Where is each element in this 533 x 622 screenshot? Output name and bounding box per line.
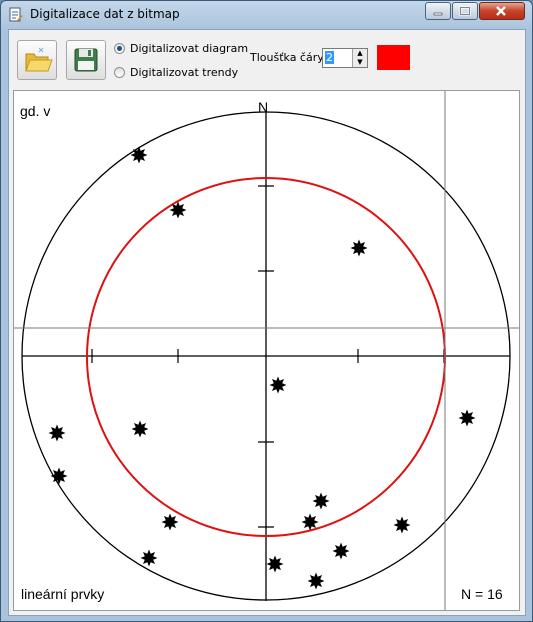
- data-points: [48, 146, 476, 590]
- minimize-icon: [433, 12, 443, 16]
- radio-digitize-trends[interactable]: Digitalizovat trendy: [114, 66, 238, 79]
- star-point-2: [169, 201, 187, 219]
- bitmap-canvas[interactable]: N gd. v lineární prvky N = 16: [13, 90, 520, 611]
- open-file-button[interactable]: [17, 40, 57, 80]
- star-point-10: [312, 492, 330, 510]
- client-area: Digitalizovat diagram Digitalizovat tren…: [8, 29, 526, 616]
- line-thickness-spinner[interactable]: 2 ▲ ▼: [322, 48, 368, 68]
- star-point-9: [161, 513, 179, 531]
- radio-diagram-label: Digitalizovat diagram: [130, 42, 249, 55]
- star-point-6: [48, 424, 66, 442]
- radio-trends-label: Digitalizovat trendy: [130, 66, 239, 79]
- star-point-1: [130, 146, 148, 164]
- star-point-8: [50, 467, 68, 485]
- maximize-icon: [459, 6, 471, 16]
- window-title: Digitalizace dat z bitmap: [30, 7, 180, 21]
- radio-selected-indicator: [114, 43, 125, 54]
- maximize-button[interactable]: [452, 2, 478, 20]
- north-label: N: [258, 99, 269, 115]
- close-icon: [496, 6, 506, 16]
- star-point-7: [131, 420, 149, 438]
- minimize-button[interactable]: [425, 2, 451, 20]
- floppy-disk-icon: [74, 48, 98, 72]
- star-point-5: [458, 409, 476, 427]
- app-window: Digitalizace dat z bitmap Digitalizovat …: [0, 0, 533, 622]
- star-point-13: [332, 542, 350, 560]
- star-point-14: [140, 549, 158, 567]
- star-point-16: [307, 572, 325, 590]
- point-count-label: N = 16: [461, 586, 503, 602]
- star-point-11: [301, 513, 319, 531]
- save-button[interactable]: [66, 40, 106, 80]
- radio-digitize-diagram[interactable]: Digitalizovat diagram: [114, 42, 248, 55]
- radio-unselected-indicator: [114, 67, 125, 78]
- star-point-4: [269, 376, 287, 394]
- spin-down-icon[interactable]: ▼: [353, 58, 367, 67]
- star-point-15: [266, 555, 284, 573]
- title-bar[interactable]: Digitalizace dat z bitmap: [1, 1, 532, 29]
- spin-up-icon[interactable]: ▲: [353, 49, 367, 58]
- line-thickness-value[interactable]: 2: [325, 51, 334, 64]
- linear-elements-label: lineární prvky: [21, 586, 105, 602]
- stereonet-diagram: [14, 91, 519, 610]
- star-point-12: [393, 516, 411, 534]
- folder-open-icon: [25, 47, 53, 72]
- line-color-swatch[interactable]: [377, 45, 410, 70]
- app-icon: [9, 7, 23, 22]
- line-thickness-label: Tloušťka čáry: [250, 51, 324, 64]
- star-point-3: [350, 239, 368, 257]
- close-button[interactable]: [479, 2, 525, 20]
- diagram-type-label: gd. v: [20, 103, 51, 119]
- spinner-arrows[interactable]: ▲ ▼: [352, 49, 367, 67]
